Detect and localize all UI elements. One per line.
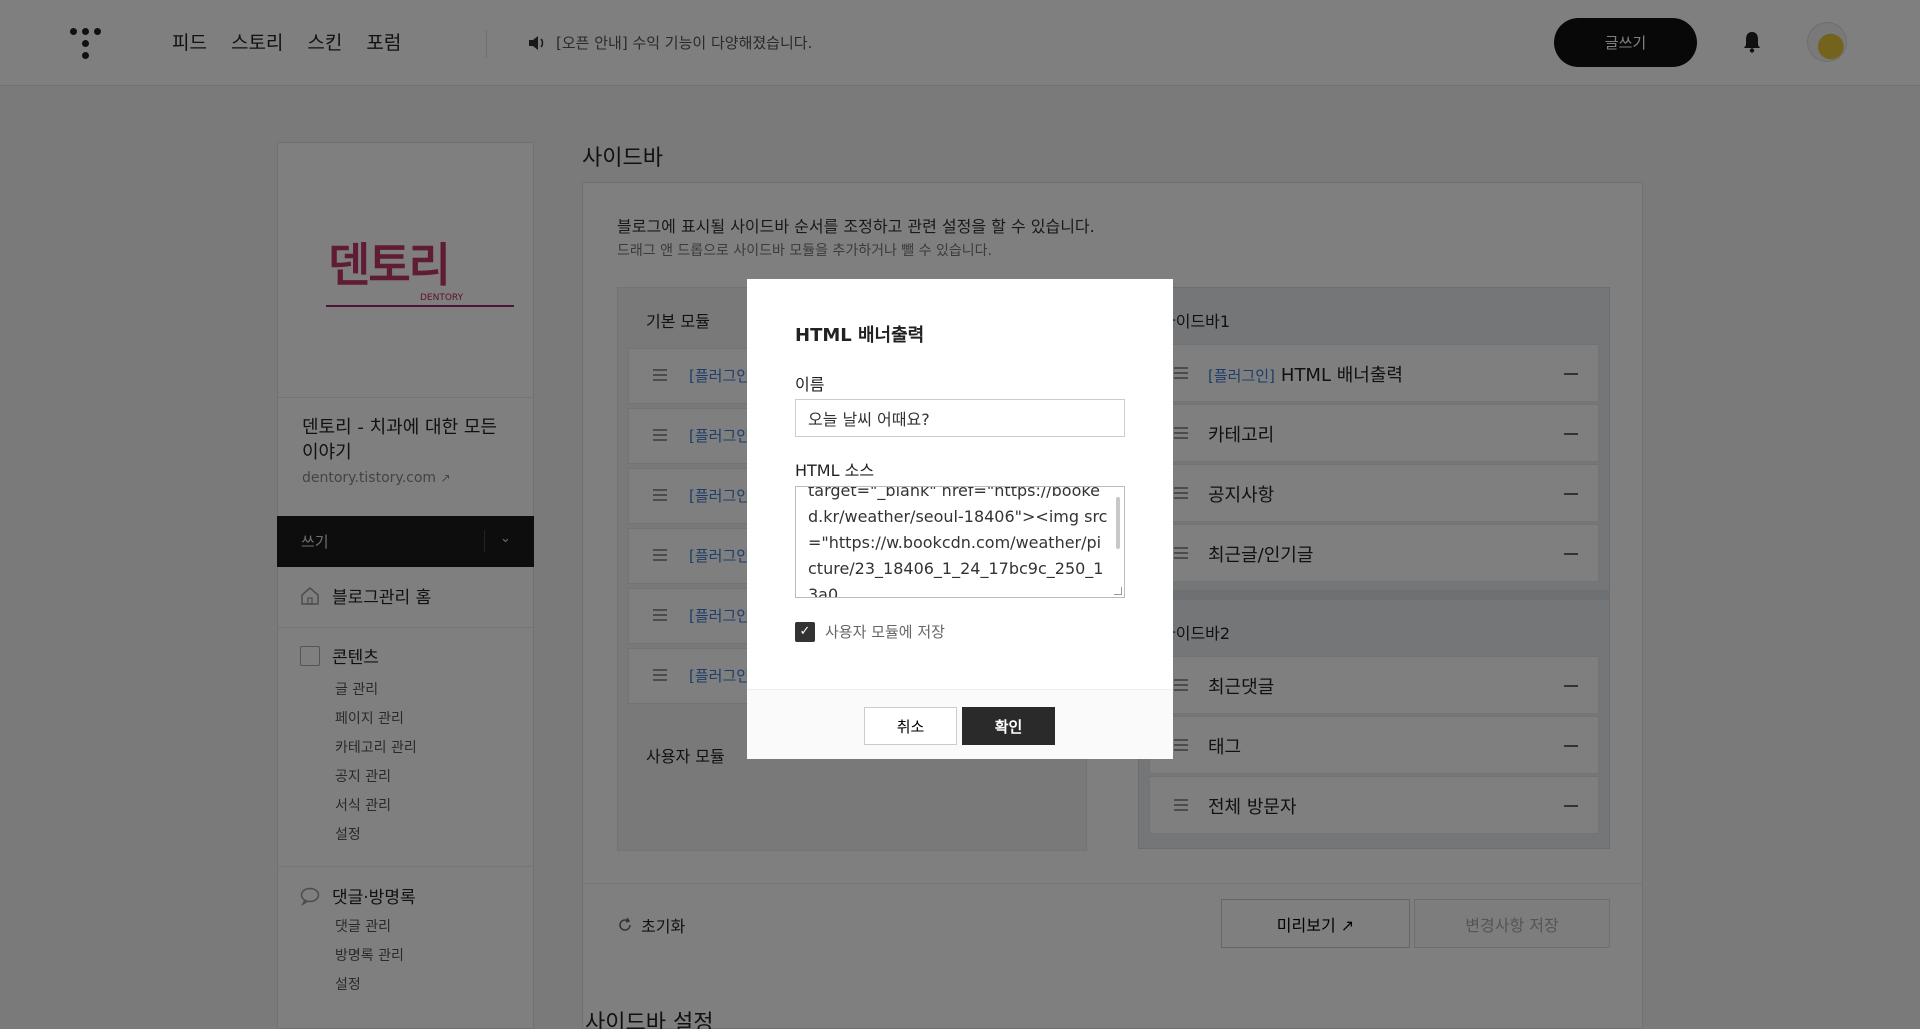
html-source-text: target="_blank" href="https://booked.kr/… [808,486,1108,598]
name-label: 이름 [795,375,825,394]
cancel-button[interactable]: 취소 [864,707,957,745]
dialog-footer: 취소 확인 [747,689,1173,759]
html-banner-dialog: HTML 배너출력 이름 HTML 소스 target="_blank" hre… [747,279,1173,759]
resize-handle-icon[interactable] [1114,587,1122,595]
name-input[interactable] [795,399,1125,437]
save-to-user-module-label: 사용자 모듈에 저장 [825,623,945,641]
html-source-textarea[interactable]: target="_blank" href="https://booked.kr/… [795,486,1125,598]
html-source-label: HTML 소스 [795,461,875,480]
save-to-user-module-option[interactable]: ✓ 사용자 모듈에 저장 [795,621,945,642]
confirm-button[interactable]: 확인 [962,707,1055,745]
dialog-title: HTML 배너출력 [795,325,925,346]
checkbox-checked-icon[interactable]: ✓ [795,621,815,642]
textarea-scrollbar[interactable] [1116,497,1120,549]
